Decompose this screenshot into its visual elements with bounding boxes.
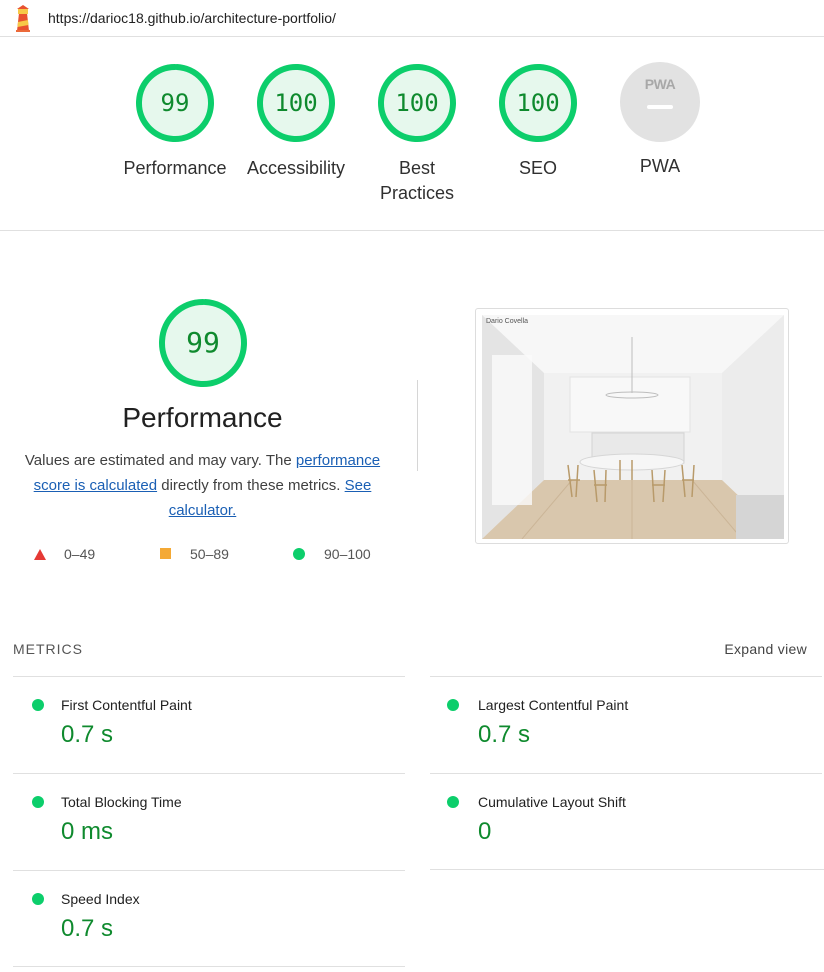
metric-fcp: First Contentful Paint 0.7 s: [13, 676, 405, 773]
screenshot-image: Dario Covella: [482, 315, 784, 539]
legend-fail: 0–49: [34, 546, 95, 562]
desc-middle: directly from these metrics.: [157, 477, 345, 494]
metric-title: Total Blocking Time: [61, 794, 182, 810]
performance-gauge: 99: [157, 297, 249, 389]
metric-speed-index: Speed Index 0.7 s: [13, 870, 405, 967]
metrics-heading: METRICS: [13, 641, 83, 657]
metric-divider: [430, 869, 824, 870]
vertical-divider: [417, 380, 418, 471]
metric-lcp: Largest Contentful Paint 0.7 s: [430, 676, 822, 773]
score-gauges: 99 Performance 100 Accessibility 100 Bes…: [0, 38, 824, 231]
metric-value: 0.7 s: [61, 721, 114, 748]
url-bar: https://darioc18.github.io/architecture-…: [0, 0, 824, 37]
legend-average: 50–89: [160, 546, 229, 562]
gauge-label: Performance: [123, 158, 227, 178]
gauge-score: 100: [274, 89, 318, 117]
metric-tbt: Total Blocking Time 0 ms: [13, 773, 405, 870]
gauge-label: SEO: [518, 158, 557, 178]
legend-range: 0–49: [64, 546, 96, 562]
performance-score: 99: [186, 326, 220, 359]
screenshot-caption: Dario Covella: [486, 318, 529, 325]
gauge-accessibility[interactable]: 100 Accessibility: [241, 62, 351, 181]
gauge-score: 100: [395, 89, 439, 117]
pass-circle-icon: [447, 699, 459, 711]
metric-title: Cumulative Layout Shift: [478, 794, 626, 810]
metric-title: First Contentful Paint: [61, 697, 192, 713]
gauge-label: Accessibility: [246, 158, 346, 178]
pwa-dash: [647, 105, 673, 109]
interior-photo: [482, 315, 784, 539]
performance-title: Performance: [122, 402, 283, 433]
page-url[interactable]: https://darioc18.github.io/architecture-…: [48, 10, 336, 26]
pass-circle-icon: [293, 548, 305, 560]
gauge-seo[interactable]: 100 SEO: [483, 62, 593, 181]
legend-range: 50–89: [190, 546, 229, 562]
metric-title: Largest Contentful Paint: [478, 697, 629, 713]
metric-value: 0.7 s: [478, 721, 531, 748]
metric-value: 0 ms: [61, 818, 114, 845]
pass-circle-icon: [32, 796, 44, 808]
gauge-score: 99: [160, 89, 190, 117]
fail-triangle-icon: [34, 549, 46, 560]
gauge-label: PWA: [639, 156, 681, 176]
legend-pass: 90–100: [293, 546, 371, 562]
average-square-icon: [160, 548, 171, 559]
gauge-pwa[interactable]: PWA PWA: [605, 62, 715, 179]
gauge-label: Best Practices: [379, 158, 455, 203]
final-screenshot[interactable]: Dario Covella: [475, 308, 789, 544]
metric-divider: [13, 966, 405, 967]
metric-cls: Cumulative Layout Shift 0: [430, 773, 822, 870]
performance-description: Values are estimated and may vary. The p…: [20, 448, 385, 523]
metric-value: 0: [478, 818, 492, 845]
gauge-performance[interactable]: 99 Performance: [120, 62, 230, 181]
lighthouse-logo-icon: [16, 5, 30, 32]
metric-value: 0.7 s: [61, 915, 114, 942]
desc-prefix: Values are estimated and may vary. The: [24, 452, 296, 469]
pass-circle-icon: [32, 699, 44, 711]
legend-range: 90–100: [324, 546, 371, 562]
metric-title: Speed Index: [61, 891, 140, 907]
pwa-badge-icon: PWA: [620, 62, 700, 142]
expand-view-toggle[interactable]: Expand view: [724, 641, 807, 657]
pass-circle-icon: [32, 893, 44, 905]
pass-circle-icon: [447, 796, 459, 808]
gauge-score: 100: [516, 89, 560, 117]
gauge-best-practices[interactable]: 100 Best Practices: [362, 62, 472, 206]
pwa-badge-text: PWA: [644, 76, 676, 92]
